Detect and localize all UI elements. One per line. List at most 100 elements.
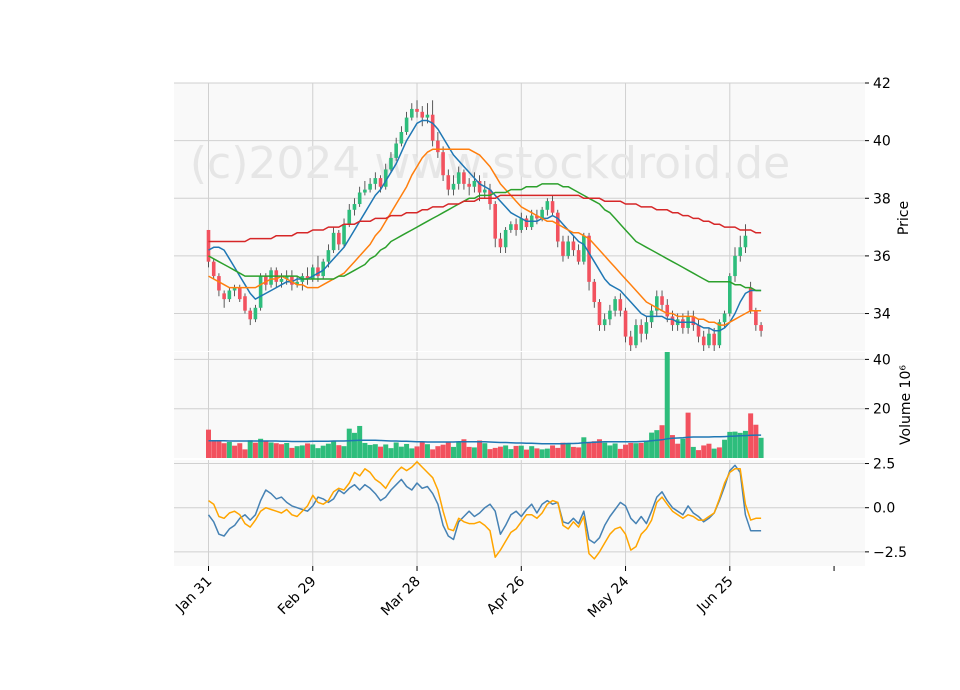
volume-bar — [388, 448, 394, 458]
candle-body — [472, 180, 477, 187]
volume-bar — [550, 445, 556, 458]
candle-body — [743, 235, 748, 248]
candle-body — [222, 293, 226, 300]
volume-bar — [424, 444, 430, 458]
price-axis-label: Price — [896, 201, 912, 235]
volume-bar — [393, 442, 399, 458]
x-tick-label: Jun 25 — [693, 574, 736, 617]
volume-bar — [211, 440, 217, 458]
candle-body — [509, 224, 513, 230]
volume-bar — [518, 445, 524, 458]
y-tick-label: 20 — [873, 402, 891, 418]
candle-body — [498, 238, 503, 248]
volume-bar — [273, 443, 279, 458]
candle-body — [269, 270, 273, 285]
candle-body — [357, 192, 362, 205]
candle-body — [326, 250, 331, 262]
candle-body — [681, 319, 685, 328]
oscillator-panel-background — [174, 460, 865, 566]
volume-bar — [581, 437, 587, 458]
price-panel: (c)2024 www.stockdroid.de 34 36 38 40 42 Pri… — [174, 76, 912, 351]
stock-chart: (c)2024 www.stockdroid.de 34 36 38 40 42 Pri… — [172, 76, 914, 621]
candle-body — [342, 224, 346, 245]
candle-body — [436, 140, 440, 153]
candle-body — [733, 255, 737, 277]
volume-bar — [409, 448, 415, 458]
volume-bar — [565, 442, 571, 458]
candle-body — [243, 296, 247, 311]
candle-body — [363, 189, 367, 193]
volume-bar — [466, 446, 472, 458]
volume-bar — [435, 446, 441, 458]
volume-bar — [216, 440, 222, 458]
volume-bar — [247, 440, 253, 458]
volume-bar — [675, 443, 681, 458]
candle-body — [446, 175, 451, 190]
candle-body — [738, 247, 743, 256]
volume-bar — [378, 446, 384, 458]
candle-body — [566, 241, 570, 256]
candle-body — [722, 313, 727, 323]
candle-body — [404, 117, 409, 132]
candle-body — [352, 204, 357, 210]
candle-body — [425, 114, 430, 118]
volume-bar — [654, 430, 660, 458]
volume-bar — [753, 424, 759, 458]
volume-bar — [623, 444, 629, 458]
candle-body — [759, 325, 763, 331]
candle-body — [587, 235, 591, 282]
volume-bar — [633, 443, 639, 458]
candle-body — [373, 178, 378, 184]
candle-body — [451, 183, 456, 190]
candle-body — [253, 307, 258, 320]
volume-bar — [404, 443, 410, 458]
volume-bar — [696, 450, 702, 458]
candle-body — [707, 333, 711, 346]
volume-bar — [294, 446, 300, 458]
volume-bar — [701, 445, 707, 458]
y-tick-label: −2.5 — [873, 545, 907, 561]
y-tick-label: 36 — [873, 249, 891, 265]
volume-bar — [284, 442, 290, 458]
volume-bar — [440, 444, 446, 458]
volume-bar — [617, 448, 623, 458]
volume-bar — [503, 445, 509, 458]
volume-bar — [607, 445, 613, 458]
volume-bar — [497, 446, 503, 458]
volume-bar — [232, 445, 238, 458]
volume-bar — [560, 442, 566, 458]
date-axis: Jan 31 Feb 29 Mar 28 Apr 26 May 24 Jun 25 — [172, 566, 835, 621]
candle-body — [482, 189, 487, 193]
volume-bar — [539, 449, 545, 458]
volume-bar — [529, 446, 535, 458]
volume-bar — [602, 442, 608, 458]
candle-body — [571, 241, 576, 251]
volume-panel: 2040 Volume 10⁶ — [174, 352, 914, 458]
volume-bar — [320, 445, 326, 458]
volume-bar — [242, 449, 248, 458]
y-tick-label: 42 — [873, 76, 891, 92]
watermark: (c)2024 www.stockdroid.de — [190, 138, 790, 189]
volume-bar — [576, 447, 582, 458]
price-axis: 34 36 38 40 42 — [865, 76, 891, 323]
volume-bar — [362, 442, 368, 458]
x-tick-label: Feb 29 — [275, 574, 320, 619]
volume-bar — [398, 446, 404, 458]
volume-bar — [278, 444, 284, 458]
volume-bar — [586, 442, 592, 458]
candle-body — [420, 111, 425, 118]
candle-body — [493, 204, 498, 239]
volume-bar — [649, 432, 655, 458]
candle-body — [550, 201, 555, 213]
candle-body — [514, 224, 518, 230]
volume-bar — [544, 448, 550, 458]
candle-body — [415, 108, 419, 112]
candle-body — [634, 325, 638, 346]
candle-body — [712, 333, 716, 346]
candle-body — [227, 290, 232, 300]
candle-body — [545, 201, 550, 210]
candle-body — [467, 183, 471, 187]
candle-body — [211, 261, 216, 277]
candle-body — [378, 178, 383, 187]
volume-bar — [591, 441, 597, 458]
